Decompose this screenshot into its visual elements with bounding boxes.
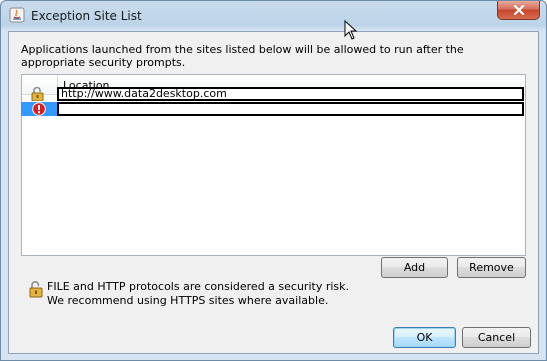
close-icon: [513, 5, 524, 15]
title-bar[interactable]: Exception Site List: [1, 1, 546, 31]
mouse-pointer-icon: [344, 19, 358, 43]
table-row[interactable]: http://www.data2desktop.com: [21, 86, 524, 102]
close-button[interactable]: [497, 1, 540, 20]
remove-button[interactable]: Remove: [457, 257, 526, 278]
unlocked-padlock-icon: [21, 86, 57, 102]
error-icon: [21, 102, 57, 116]
location-cell[interactable]: http://www.data2desktop.com: [57, 87, 524, 101]
description-text: Applications launched from the sites lis…: [21, 43, 464, 69]
security-note-line2: We recommend using HTTPS sites where ava…: [47, 294, 329, 307]
security-note: FILE and HTTP protocols are considered a…: [47, 280, 349, 308]
window-title: Exception Site List: [31, 9, 142, 23]
dialog-content: Applications launched from the sites lis…: [8, 31, 539, 354]
exception-site-list-window: Exception Site List Applications launche…: [0, 0, 547, 361]
add-button[interactable]: Add: [381, 257, 448, 278]
security-note-line1: FILE and HTTP protocols are considered a…: [47, 280, 350, 293]
ok-button[interactable]: OK: [393, 327, 456, 348]
table-row[interactable]: [21, 102, 524, 116]
cancel-button[interactable]: Cancel: [462, 327, 531, 348]
location-edit-field[interactable]: [57, 102, 524, 116]
unlocked-padlock-icon: [28, 280, 44, 298]
java-icon: [9, 7, 25, 23]
